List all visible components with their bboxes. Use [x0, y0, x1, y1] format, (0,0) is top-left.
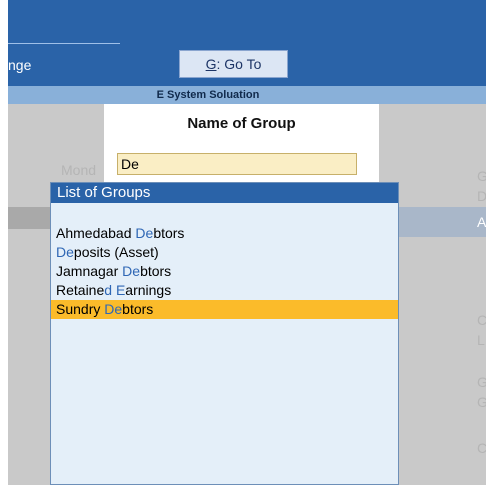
goto-button[interactable]: G: Go To: [179, 50, 288, 78]
item-text: btors: [153, 225, 185, 241]
change-button-label[interactable]: nge: [8, 57, 31, 73]
top-button-bar: nge G: Go To: [8, 0, 486, 86]
list-item-deposits-asset[interactable]: Deposits (Asset): [51, 243, 398, 262]
list-item-retained-earnings[interactable]: Retained Earnings: [51, 281, 398, 300]
background-text-right-5: L: [477, 332, 485, 348]
item-text: arnings: [125, 282, 172, 298]
list-item-sundry-debtors[interactable]: Sundry Debtors: [51, 300, 398, 319]
item-text: btors: [122, 301, 154, 317]
list-header: List of Groups: [51, 183, 398, 203]
background-text-right-2: D: [477, 188, 486, 204]
background-text-right-3: A: [477, 214, 486, 230]
item-text: Retaine: [56, 282, 105, 298]
goto-hotkey: G: [205, 56, 217, 72]
item-match: De: [135, 225, 154, 241]
background-text-right-4: C: [477, 312, 486, 328]
company-name: E System Soluation: [156, 89, 260, 101]
background-text-left: Mond: [61, 162, 97, 178]
item-text: Ahmedabad: [56, 225, 136, 241]
item-text: btors: [140, 263, 172, 279]
group-list-panel: List of Groups Ahmedabad Debtors Deposit…: [50, 182, 399, 485]
divider: [8, 43, 120, 44]
background-text-right-8: C: [477, 440, 486, 456]
app-window: nge G: Go To E System Soluation Mond G D…: [8, 0, 486, 485]
item-match: De: [122, 263, 141, 279]
dialog-title: Name of Group: [187, 115, 296, 132]
group-list: Ahmedabad Debtors Deposits (Asset) Jamna…: [51, 224, 398, 319]
company-bar: E System Soluation: [8, 86, 486, 104]
group-name-input[interactable]: De: [117, 153, 357, 175]
item-text: posits (Asset): [73, 244, 159, 260]
goto-label: : Go To: [216, 56, 262, 72]
background-text-right-7: G: [477, 394, 486, 410]
list-item-jamnagar-debtors[interactable]: Jamnagar Debtors: [51, 262, 398, 281]
background-text-right-1: G: [477, 168, 486, 184]
background-text-right-6: G: [477, 374, 486, 390]
item-match: d E: [104, 282, 126, 298]
list-item-ahmedabad-debtors[interactable]: Ahmedabad Debtors: [51, 224, 398, 243]
item-match: De: [56, 244, 74, 260]
item-match: De: [104, 301, 123, 317]
item-text: Jamnagar: [56, 263, 123, 279]
item-text: Sundry: [56, 301, 105, 317]
